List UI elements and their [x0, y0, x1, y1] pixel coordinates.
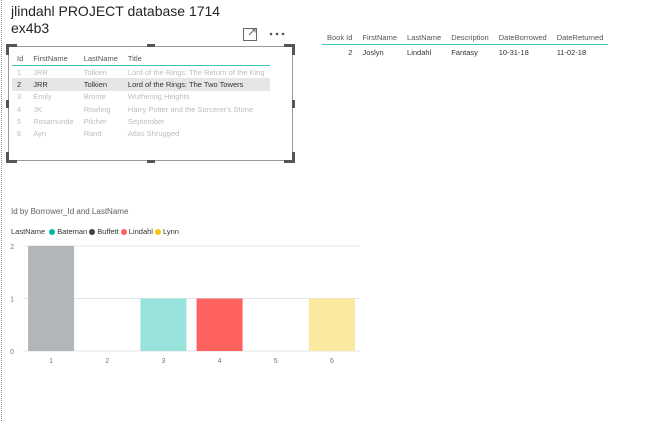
x-tick-label: 5 [274, 358, 278, 365]
legend-swatch [89, 228, 96, 235]
table-cell: Tolkien [83, 67, 108, 77]
resize-handle[interactable] [146, 160, 155, 163]
table-cell: September [127, 116, 165, 126]
table-cell: 10-31-18 [498, 47, 529, 57]
table-row[interactable]: 4 JK Rowling Harry Potter and the Sorcer… [12, 103, 270, 115]
borrowed-table: Book Id FirstName LastName Description D… [322, 30, 609, 60]
x-tick-label: 1 [49, 358, 53, 365]
table-cell: Lord of the Rings: The Return of the Kin… [127, 67, 265, 77]
table-cell: Harry Potter and the Sorcerer's Stone [127, 104, 254, 114]
x-tick-label: 2 [105, 358, 109, 365]
table-cell: Lindahl [407, 47, 432, 57]
legend-item[interactable]: Lynn [154, 227, 179, 236]
table-cell: 11-02-18 [556, 47, 587, 57]
table-cell: Joslyn [362, 47, 384, 57]
resize-handle[interactable] [6, 152, 17, 163]
table-cell: 2 [12, 78, 29, 91]
legend-label: Lynn [162, 227, 179, 236]
table-cell: Rosamunde [33, 116, 74, 126]
x-tick-label: 6 [330, 358, 334, 365]
table-row[interactable]: 2 Joslyn Lindahl Fantasy 10-31-18 11-02-… [322, 45, 608, 60]
column-header[interactable]: LastName [78, 51, 123, 66]
table-header-row: Id FirstName LastName Title [12, 51, 270, 66]
table-cell: Lord of the Rings: The Two Towers [122, 78, 270, 91]
legend-item[interactable]: Bateman [49, 227, 87, 236]
table-cell: 5 [17, 116, 22, 126]
column-header[interactable]: Description [446, 30, 494, 45]
bar[interactable] [308, 298, 355, 352]
legend-title: LastName [11, 227, 46, 236]
bar-chart: 0 1 2 1 2 3 4 5 6 [10, 244, 360, 365]
table-row[interactable]: 5 Rosamunde Pilcher September [12, 115, 270, 127]
table-cell: JRR [28, 78, 79, 91]
focus-mode-icon[interactable] [243, 27, 257, 41]
table-cell: 3 [17, 92, 22, 102]
table-cell: Fantasy [451, 47, 478, 57]
table-cell: 2 [348, 47, 353, 57]
resize-handle[interactable] [292, 99, 295, 108]
resize-handle[interactable] [284, 152, 295, 163]
y-tick-label: 1 [10, 297, 14, 304]
page-title-line2: ex4b3 [11, 20, 50, 36]
table-row[interactable]: 6 Ayn Rand Atlas Shrugged [12, 127, 270, 139]
legend-item[interactable]: Buffett [89, 227, 119, 236]
column-header[interactable]: Id [12, 51, 29, 66]
table-cell: Pilcher [83, 116, 107, 126]
table-cell: Rand [83, 129, 102, 139]
chart-title: Id by Borrower_Id and LastName [11, 207, 129, 216]
legend-swatch [49, 228, 56, 235]
column-header[interactable]: DateBorrowed [493, 30, 552, 45]
page-title-line1: jlindahl PROJECT database 1714 [11, 3, 221, 19]
page-title: jlindahl PROJECT database 1714 ex4b3 [11, 3, 220, 37]
column-header[interactable]: LastName [402, 30, 447, 45]
resize-handle[interactable] [6, 99, 9, 108]
table-cell: Emily [33, 92, 52, 102]
y-tick-label: 0 [10, 349, 14, 356]
table-cell: 6 [17, 129, 22, 139]
table-cell: JRR [33, 67, 48, 77]
y-tick-label: 2 [10, 244, 14, 251]
column-header[interactable]: Title [122, 51, 270, 66]
bar[interactable] [140, 298, 187, 352]
table-cell: Rowling [83, 104, 111, 114]
column-header[interactable]: FirstName [357, 30, 403, 45]
legend-label: Buffett [97, 227, 119, 236]
column-header[interactable]: FirstName [28, 51, 79, 66]
books-table: Id FirstName LastName Title 1 JRR Tolkie… [12, 51, 270, 140]
legend-swatch [120, 228, 127, 235]
column-header[interactable]: Book Id [322, 30, 358, 45]
table-cell: 4 [17, 104, 22, 114]
resize-handle[interactable] [284, 44, 295, 55]
table-cell: JK [33, 104, 43, 114]
bar[interactable] [196, 298, 243, 352]
column-header[interactable]: DateReturned [551, 30, 609, 45]
books-table-visual[interactable]: Id FirstName LastName Title 1 JRR Tolkie… [6, 44, 295, 163]
table-cell: 1 [17, 67, 22, 77]
legend-item[interactable]: Lindahl [120, 227, 153, 236]
more-options-icon[interactable] [269, 32, 285, 36]
bar[interactable] [28, 246, 75, 351]
legend-label: Bateman [57, 227, 88, 236]
table-row[interactable]: 1 JRR Tolkien Lord of the Rings: The Ret… [12, 66, 270, 79]
visual-header [243, 27, 285, 41]
table-row[interactable]: 3 Emily Bronte Wuthering Heights [12, 91, 270, 103]
table-row-selected[interactable]: 2 JRR Tolkien Lord of the Rings: The Two… [12, 78, 270, 91]
table-cell: Ayn [33, 129, 47, 139]
table-cell: Atlas Shrugged [127, 129, 180, 139]
table-cell: Tolkien [78, 78, 123, 91]
chart-legend: LastName Bateman Buffett Lindahl Lynn [11, 227, 181, 236]
resize-handle[interactable] [146, 44, 155, 47]
table-header-row: Book Id FirstName LastName Description D… [322, 30, 609, 45]
legend-label: Lindahl [128, 227, 153, 236]
x-tick-label: 3 [161, 358, 165, 365]
legend-swatch [154, 228, 161, 235]
x-tick-label: 4 [218, 358, 222, 365]
table-cell: Wuthering Heights [127, 92, 190, 102]
table-cell: Bronte [83, 92, 106, 102]
